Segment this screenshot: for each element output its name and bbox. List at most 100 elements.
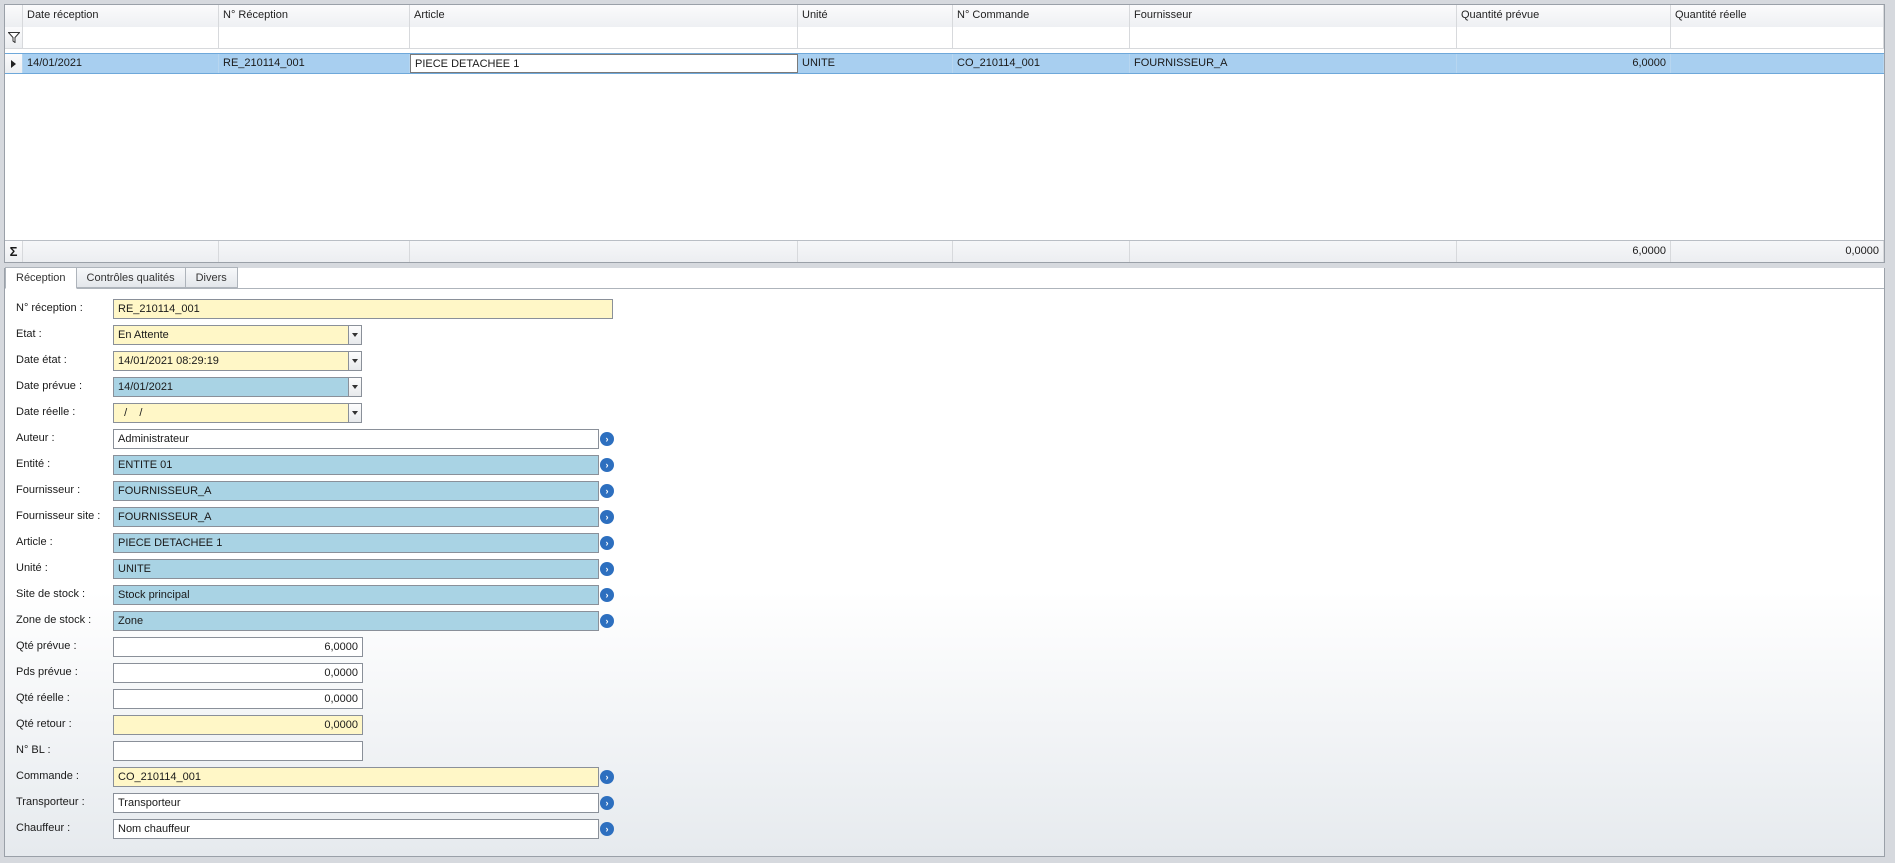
lookup-icon[interactable]: › xyxy=(600,432,614,446)
label-entite: Entité : xyxy=(16,458,51,470)
filter-cell[interactable] xyxy=(1671,27,1884,48)
unite-field[interactable]: UNITE xyxy=(113,559,599,579)
tab-strip: Réception Contrôles qualités Divers xyxy=(5,267,238,289)
label-pds-prevue: Pds prévue : xyxy=(16,666,78,678)
window-right-edge xyxy=(1887,0,1895,863)
lookup-icon[interactable]: › xyxy=(600,562,614,576)
col-article[interactable]: Article xyxy=(410,5,798,27)
tab-divers[interactable]: Divers xyxy=(185,267,238,288)
lookup-icon[interactable]: › xyxy=(600,484,614,498)
lookup-icon[interactable]: › xyxy=(600,536,614,550)
chauffeur-field[interactable]: Nom chauffeur xyxy=(113,819,599,839)
footer-cell xyxy=(219,241,410,262)
col-quantite-reelle[interactable]: Quantité réelle xyxy=(1671,5,1884,27)
lookup-icon[interactable]: › xyxy=(600,770,614,784)
lookup-icon[interactable]: › xyxy=(600,796,614,810)
grid-header: Date réception N° Réception Article Unit… xyxy=(5,5,1884,28)
article-field[interactable]: PIECE DETACHEE 1 xyxy=(113,533,599,553)
lookup-icon[interactable]: › xyxy=(600,822,614,836)
date-etat-dropdown-button[interactable] xyxy=(348,351,362,371)
filter-row[interactable] xyxy=(5,27,1884,49)
label-fournisseur-site: Fournisseur site : xyxy=(16,510,101,522)
lookup-icon[interactable]: › xyxy=(600,510,614,524)
label-date-etat: Date état : xyxy=(16,354,67,366)
date-reelle-dropdown-button[interactable] xyxy=(348,403,362,423)
label-etat: Etat : xyxy=(16,328,42,340)
entite-field[interactable]: ENTITE 01 xyxy=(113,455,599,475)
label-transporteur: Transporteur : xyxy=(16,796,85,808)
col-n-reception[interactable]: N° Réception xyxy=(219,5,410,27)
site-stock-field[interactable]: Stock principal xyxy=(113,585,599,605)
label-n-bl: N° BL : xyxy=(16,744,51,756)
grid-footer-totals: Σ 6,0000 0,0000 xyxy=(5,240,1884,262)
table-row[interactable]: 14/01/2021 RE_210114_001 PIECE DETACHEE … xyxy=(5,53,1884,74)
date-prevue-field[interactable]: 14/01/2021 xyxy=(113,377,349,397)
col-n-commande[interactable]: N° Commande xyxy=(953,5,1130,27)
cell-quantite-prevue[interactable]: 6,0000 xyxy=(1457,54,1671,73)
chevron-down-icon xyxy=(352,333,358,337)
chevron-down-icon xyxy=(352,359,358,363)
filter-cell[interactable] xyxy=(1457,27,1671,48)
filter-cell[interactable] xyxy=(410,27,798,48)
date-prevue-dropdown-button[interactable] xyxy=(348,377,362,397)
n-reception-field[interactable]: RE_210114_001 xyxy=(113,299,613,319)
n-bl-field[interactable] xyxy=(113,741,363,761)
transporteur-field[interactable]: Transporteur xyxy=(113,793,599,813)
footer-cell xyxy=(410,241,798,262)
cell-fournisseur[interactable]: FOURNISSEUR_A xyxy=(1130,54,1457,73)
lookup-icon[interactable]: › xyxy=(600,614,614,628)
label-commande: Commande : xyxy=(16,770,79,782)
chevron-down-icon xyxy=(352,385,358,389)
cell-article[interactable]: PIECE DETACHEE 1 xyxy=(410,54,798,73)
cell-date-reception[interactable]: 14/01/2021 xyxy=(23,54,219,73)
cell-quantite-reelle[interactable] xyxy=(1671,54,1884,73)
pds-prevue-field[interactable]: 0,0000 xyxy=(113,663,363,683)
cell-n-commande[interactable]: CO_210114_001 xyxy=(953,54,1130,73)
date-etat-field[interactable]: 14/01/2021 08:29:19 xyxy=(113,351,349,371)
qte-reelle-field[interactable]: 0,0000 xyxy=(113,689,363,709)
filter-cell[interactable] xyxy=(798,27,953,48)
auteur-field[interactable]: Administrateur xyxy=(113,429,599,449)
etat-dropdown-button[interactable] xyxy=(348,325,362,345)
chevron-down-icon xyxy=(352,411,358,415)
qte-prevue-field[interactable]: 6,0000 xyxy=(113,637,363,657)
date-reelle-field[interactable]: / / xyxy=(113,403,349,423)
cell-unite[interactable]: UNITE xyxy=(798,54,953,73)
label-chauffeur: Chauffeur : xyxy=(16,822,71,834)
receptions-grid[interactable]: Date réception N° Réception Article Unit… xyxy=(4,4,1885,263)
label-auteur: Auteur : xyxy=(16,432,55,444)
tab-controles-qualites[interactable]: Contrôles qualités xyxy=(76,267,186,288)
header-indicator xyxy=(5,5,23,27)
sigma-icon: Σ xyxy=(5,241,23,262)
lookup-icon[interactable]: › xyxy=(600,458,614,472)
fournisseur-field[interactable]: FOURNISSEUR_A xyxy=(113,481,599,501)
label-article: Article : xyxy=(16,536,53,548)
footer-cell xyxy=(953,241,1130,262)
commande-field[interactable]: CO_210114_001 xyxy=(113,767,599,787)
label-date-reelle: Date réelle : xyxy=(16,406,76,418)
lookup-icon[interactable]: › xyxy=(600,588,614,602)
filter-cell[interactable] xyxy=(219,27,410,48)
row-indicator-icon xyxy=(5,54,23,73)
col-fournisseur[interactable]: Fournisseur xyxy=(1130,5,1457,27)
filter-cell[interactable] xyxy=(23,27,219,48)
footer-cell xyxy=(798,241,953,262)
footer-cell xyxy=(23,241,219,262)
etat-select[interactable]: En Attente xyxy=(113,325,349,345)
label-fournisseur: Fournisseur : xyxy=(16,484,81,496)
filter-icon[interactable] xyxy=(5,27,23,48)
tab-reception[interactable]: Réception xyxy=(5,267,77,289)
col-quantite-prevue[interactable]: Quantité prévue xyxy=(1457,5,1671,27)
col-date-reception[interactable]: Date réception xyxy=(23,5,219,27)
fournisseur-site-field[interactable]: FOURNISSEUR_A xyxy=(113,507,599,527)
col-unite[interactable]: Unité xyxy=(798,5,953,27)
zone-stock-field[interactable]: Zone xyxy=(113,611,599,631)
label-site-stock: Site de stock : xyxy=(16,588,86,600)
label-n-reception: N° réception : xyxy=(16,302,83,314)
label-qte-retour: Qté retour : xyxy=(16,718,72,730)
label-qte-reelle: Qté réelle : xyxy=(16,692,70,704)
filter-cell[interactable] xyxy=(1130,27,1457,48)
qte-retour-field[interactable]: 0,0000 xyxy=(113,715,363,735)
cell-n-reception[interactable]: RE_210114_001 xyxy=(219,54,410,73)
filter-cell[interactable] xyxy=(953,27,1130,48)
